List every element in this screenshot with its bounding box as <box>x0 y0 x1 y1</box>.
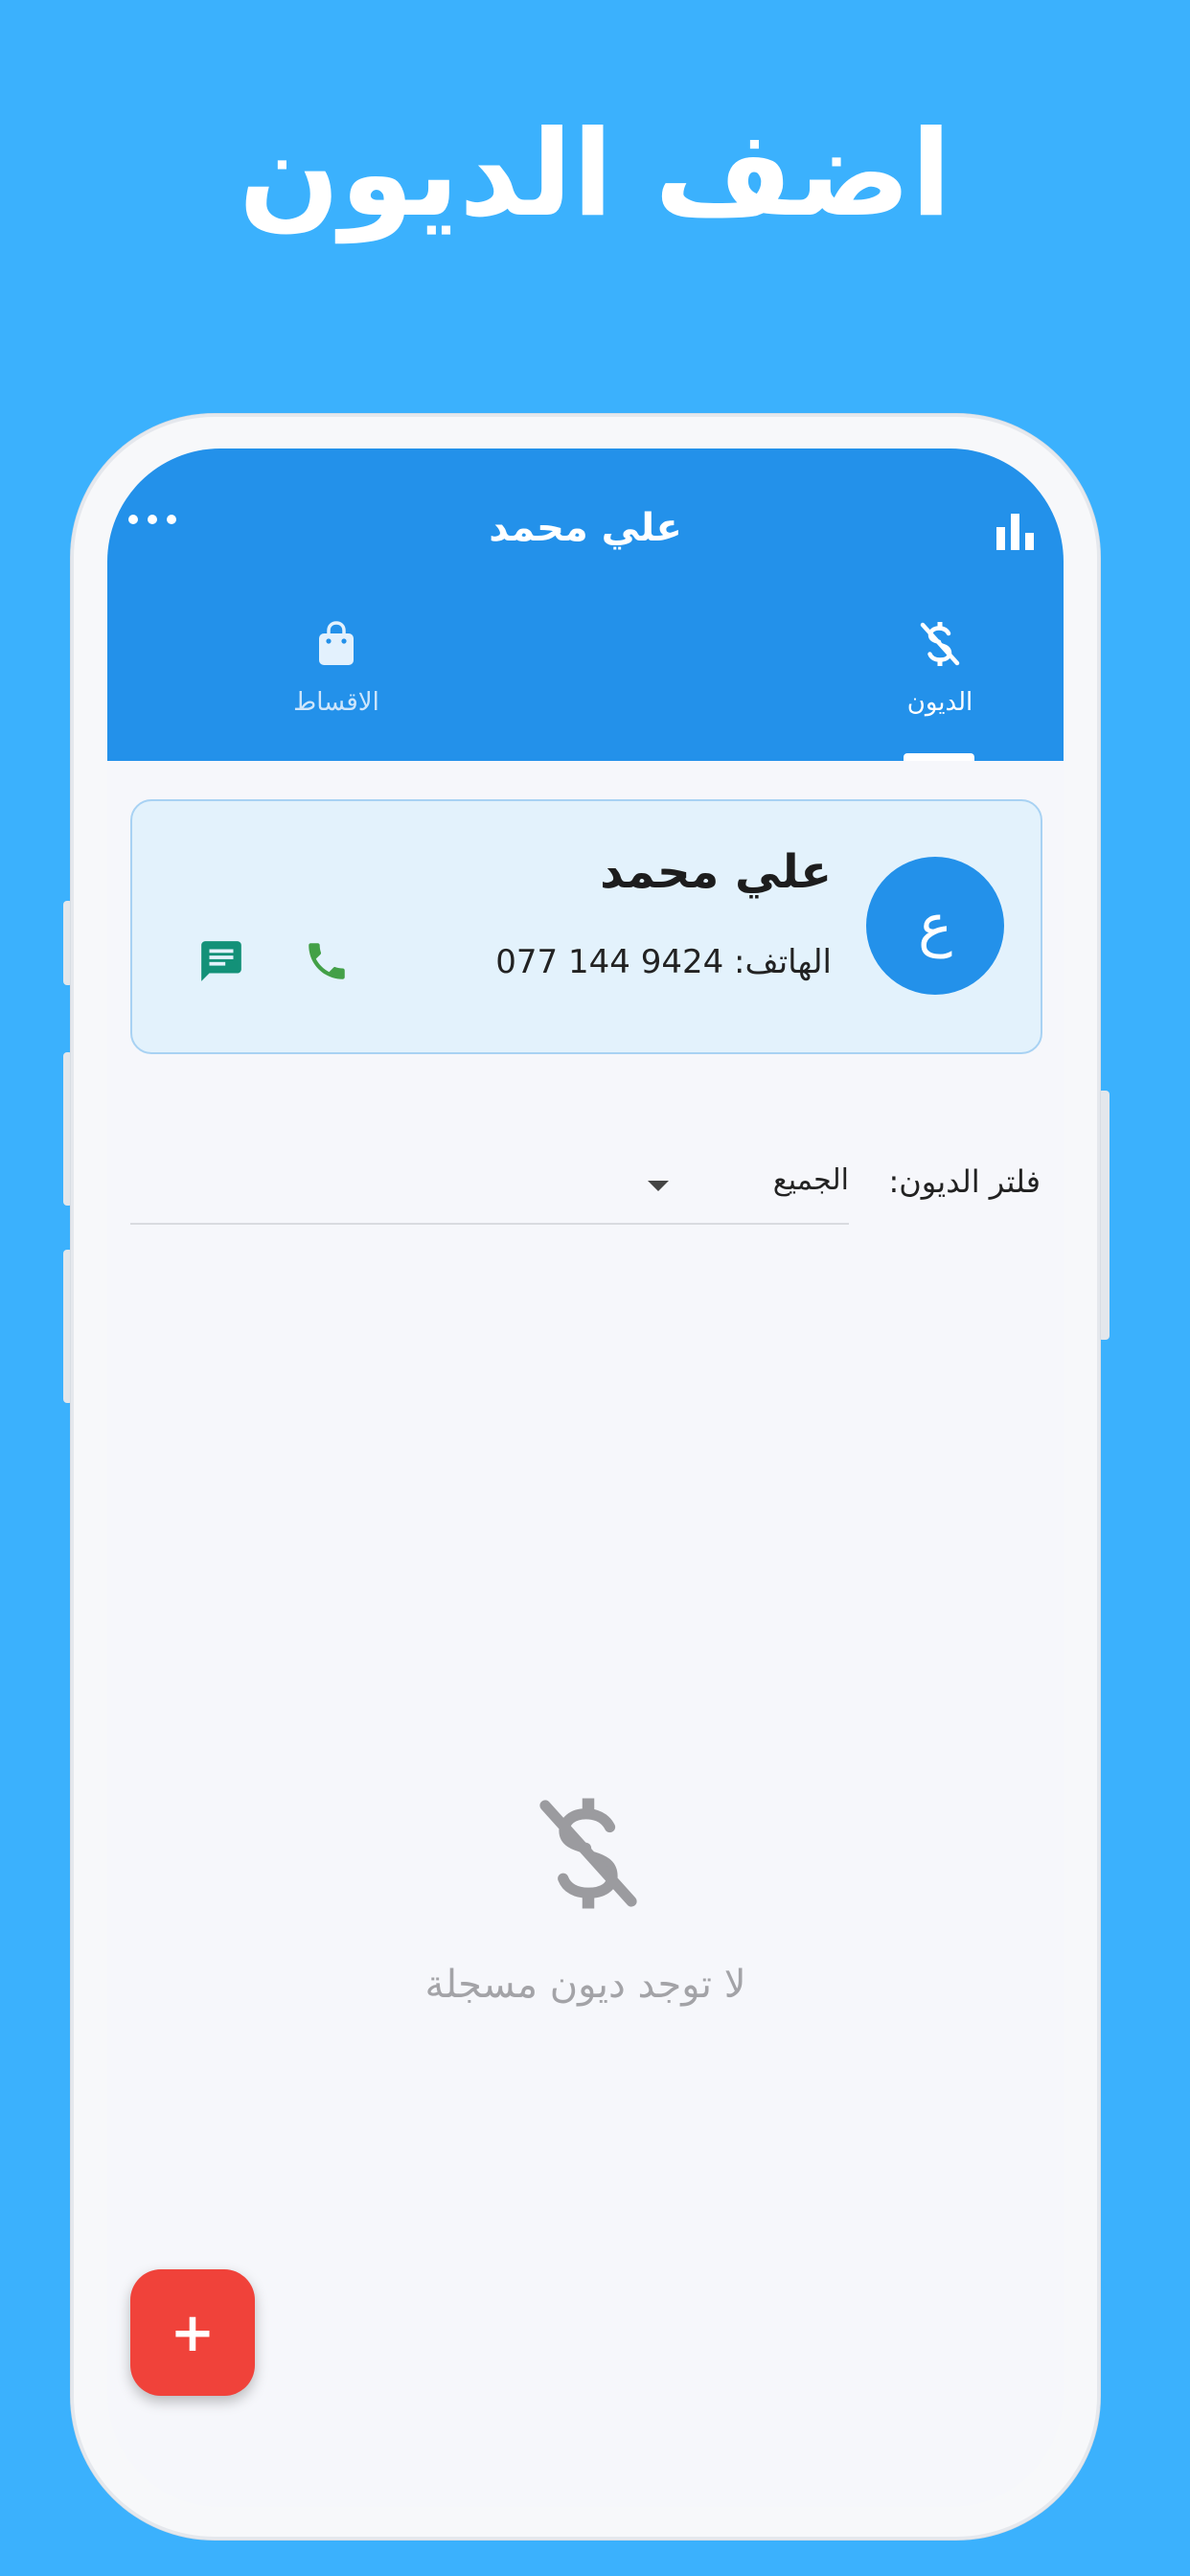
filter-label: فلتر الديون: <box>888 1163 1041 1200</box>
tab-debts[interactable]: الديون <box>815 621 1064 717</box>
phone-call-icon[interactable] <box>303 937 351 985</box>
app-bar: علي محمد الديون الاقساط <box>107 448 1064 761</box>
phone-frame: علي محمد الديون الاقساط ع علي محمد الهات… <box>71 414 1100 2540</box>
promo-headline: اضف الديون <box>239 105 951 243</box>
phone-number: 077 144 9424 <box>495 943 724 981</box>
contact-phone: الهاتف: 077 144 9424 <box>495 943 832 981</box>
shopping-bag-icon <box>319 621 354 665</box>
avatar: ع <box>866 857 1004 995</box>
app-screen: علي محمد الديون الاقساط ع علي محمد الهات… <box>107 448 1064 2507</box>
phone-label: الهاتف: <box>734 943 832 981</box>
money-off-icon <box>539 1798 637 1909</box>
money-off-icon <box>920 622 960 666</box>
filter-selected-value: الجميع <box>772 1163 849 1197</box>
debt-filter-dropdown[interactable]: الجميع <box>130 1144 849 1225</box>
message-icon[interactable] <box>197 937 245 985</box>
tab-debts-label: الديون <box>906 688 973 717</box>
tab-installments[interactable]: الاقساط <box>212 621 461 717</box>
add-debt-button[interactable]: + <box>130 2269 255 2396</box>
dropdown-arrow-icon <box>648 1181 669 1191</box>
tab-indicator <box>904 753 974 761</box>
empty-state-message: لا توجد ديون مسجلة <box>424 1963 746 2007</box>
bar-chart-icon[interactable] <box>995 512 1037 550</box>
page-title: علي محمد <box>489 506 682 550</box>
contact-card: ع علي محمد الهاتف: 077 144 9424 <box>130 799 1042 1054</box>
tab-installments-label: الاقساط <box>293 688 379 717</box>
contact-name: علي محمد <box>600 845 832 899</box>
